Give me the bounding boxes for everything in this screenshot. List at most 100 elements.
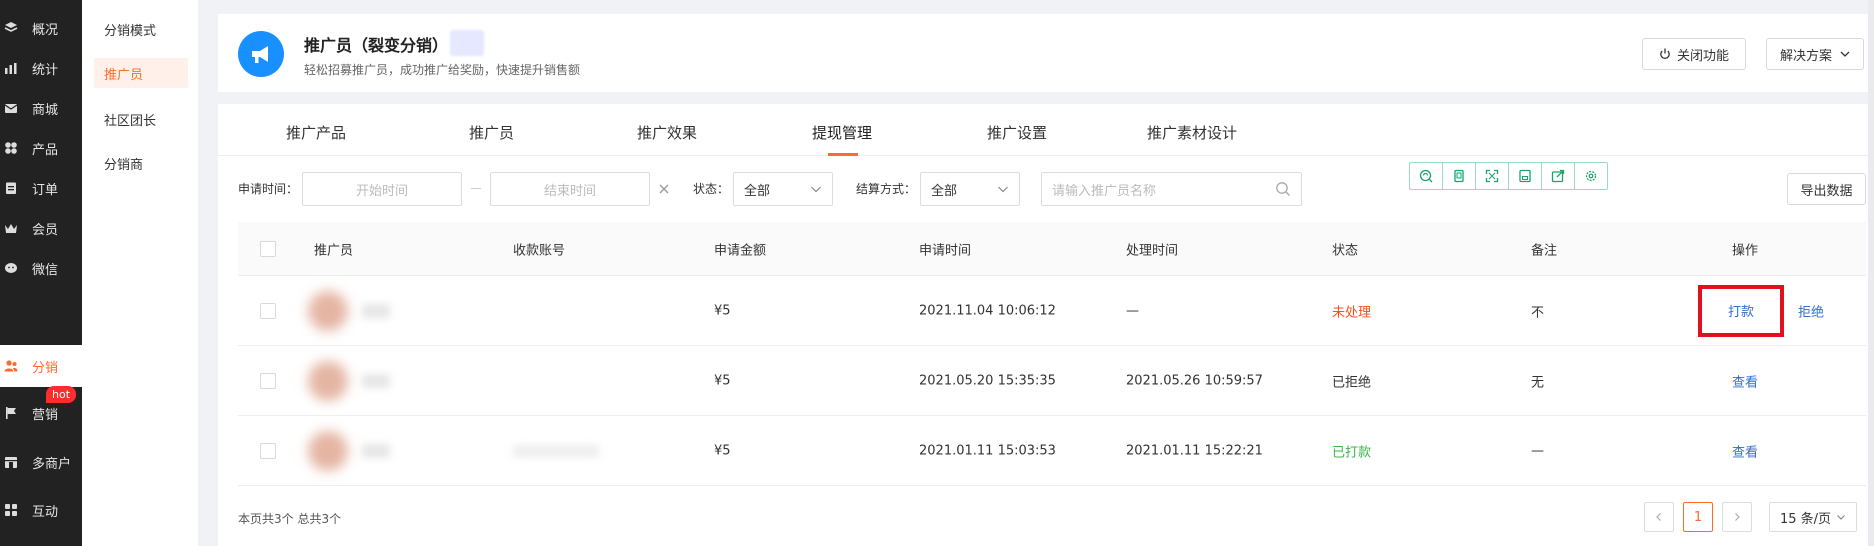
avatar <box>308 360 348 401</box>
power-icon <box>1659 48 1671 60</box>
view-button[interactable]: 查看 <box>1732 441 1758 460</box>
hot-badge: hot <box>46 386 77 403</box>
col-action: 操作 <box>1732 243 1759 258</box>
apply-time-label: 申请时间： <box>238 182 299 196</box>
status-select-value: 全部 <box>744 183 771 199</box>
subnav-item-distributor[interactable]: 分销商 <box>94 148 188 178</box>
chevron-down-icon <box>997 183 1009 195</box>
nav-item-wechat[interactable]: 微信 <box>0 248 82 288</box>
table-row: ¥5 2021.11.04 10:06:12 — 未处理 不 打款 拒绝 <box>238 276 1866 346</box>
nav-item-label: 产品 <box>32 142 59 158</box>
nav-item-member[interactable]: 会员 <box>0 208 82 248</box>
page-size-select[interactable]: 15 条/页 <box>1769 502 1857 532</box>
promoter-search-input[interactable]: 请输入推广员名称 <box>1041 172 1302 206</box>
nav-item-label: 分销 <box>32 360 59 376</box>
nav-item-distribution[interactable]: 分销 <box>0 345 82 387</box>
subnav-item-distribution-mode[interactable]: 分销模式 <box>94 14 188 44</box>
nav-item-overview[interactable]: 概况 <box>0 8 82 48</box>
nav-item-label: 会员 <box>32 222 59 238</box>
tab-promo-material-design[interactable]: 推广素材设计 <box>1147 122 1237 143</box>
solution-label: 解决方案 <box>1779 48 1832 64</box>
chevron-down-icon <box>810 183 822 195</box>
close-feature-label: 关闭功能 <box>1676 48 1729 64</box>
prev-page-button[interactable] <box>1644 502 1674 532</box>
pay-highlight-box: 打款 <box>1698 284 1784 337</box>
header-card: 推广员（裂变分销） 轻松招募推广员，成功推广给奖励，快速提升销售额 关闭功能 解… <box>218 14 1868 92</box>
mail-icon <box>4 101 18 115</box>
nav-item-order[interactable]: 订单 <box>0 168 82 208</box>
blurred-tag <box>450 30 484 56</box>
apply-time-cell: 2021.05.20 15:35:35 <box>919 373 1056 388</box>
nav-item-stats[interactable]: 统计 <box>0 48 82 88</box>
solution-dropdown[interactable]: 解决方案 <box>1766 38 1864 70</box>
table-toolbar <box>1409 162 1608 190</box>
save-tool-icon[interactable] <box>1509 163 1542 189</box>
tab-promo-products[interactable]: 推广产品 <box>286 122 346 143</box>
settings-tool-icon[interactable] <box>1575 163 1607 189</box>
store-icon <box>4 455 18 469</box>
search-tool-icon[interactable] <box>1410 163 1443 189</box>
chevron-down-icon <box>1836 512 1846 522</box>
page-summary: 本页共3个 总共3个 <box>238 512 342 526</box>
select-all-checkbox[interactable] <box>260 240 276 257</box>
tab-promo-effect[interactable]: 推广效果 <box>637 122 697 143</box>
fullscreen-tool-icon[interactable] <box>1476 163 1509 189</box>
nav-item-label: 微信 <box>32 262 59 278</box>
start-time-placeholder: 开始时间 <box>355 183 408 199</box>
apps-icon <box>4 503 18 517</box>
view-button[interactable]: 查看 <box>1732 371 1758 390</box>
process-time-cell: — <box>1126 303 1139 318</box>
reject-button[interactable]: 拒绝 <box>1798 301 1824 320</box>
col-promoter: 推广员 <box>314 243 354 258</box>
avatar <box>308 430 348 471</box>
status-badge: 已打款 <box>1332 445 1372 460</box>
nav-item-multi-merchant[interactable]: 多商户 <box>0 442 82 482</box>
tab-promoters[interactable]: 推广员 <box>469 122 514 143</box>
nav-item-label: 多商户 <box>32 456 72 472</box>
nav-item-mall[interactable]: 商城 <box>0 88 82 128</box>
clear-date-icon[interactable] <box>657 182 671 196</box>
close-feature-button[interactable]: 关闭功能 <box>1642 38 1746 70</box>
end-time-input[interactable]: 结束时间 <box>490 172 650 206</box>
export-data-button[interactable]: 导出数据 <box>1787 173 1866 205</box>
nav-item-label: 概况 <box>32 22 59 38</box>
pay-button[interactable]: 打款 <box>1728 301 1754 320</box>
range-separator <box>471 188 481 189</box>
chevron-left-icon <box>1654 512 1664 522</box>
active-tab-indicator <box>828 153 858 156</box>
subnav-item-community-leader[interactable]: 社区团长 <box>94 104 188 134</box>
col-account: 收款账号 <box>513 243 566 258</box>
next-page-button[interactable] <box>1722 502 1752 532</box>
megaphone-icon <box>238 31 284 77</box>
nav-item-interaction[interactable]: 互动 <box>0 490 82 530</box>
subnav-item-promoter[interactable]: 推广员 <box>94 58 188 88</box>
share-tool-icon[interactable] <box>1542 163 1575 189</box>
nav-item-label: 商城 <box>32 102 59 118</box>
note-cell: 无 <box>1531 375 1545 390</box>
col-status: 状态 <box>1332 243 1359 258</box>
process-time-cell: 2021.01.11 15:22:21 <box>1126 443 1263 458</box>
start-time-input[interactable]: 开始时间 <box>302 172 462 206</box>
tab-withdraw-management[interactable]: 提现管理 <box>812 122 872 143</box>
table-row: ¥5 2021.01.11 15:03:53 2021.01.11 15:22:… <box>238 416 1866 486</box>
scrollbar-track[interactable] <box>1868 0 1874 546</box>
row-checkbox[interactable] <box>260 442 276 459</box>
promoter-name-blurred <box>362 303 390 318</box>
chart-icon <box>4 61 18 75</box>
page-number-button[interactable]: 1 <box>1683 502 1713 532</box>
row-checkbox[interactable] <box>260 302 276 319</box>
promoter-name-blurred <box>362 443 390 458</box>
nav-item-label: 营销 <box>32 407 59 423</box>
col-amount: 申请金额 <box>714 243 767 258</box>
row-checkbox[interactable] <box>260 372 276 389</box>
main-nav: 概况 统计 商城 产品 订单 会员 微信 分销 营销 多商户 互动 <box>0 0 82 546</box>
tab-promo-settings[interactable]: 推广设置 <box>987 122 1047 143</box>
settle-select[interactable]: 全部 <box>920 172 1020 206</box>
chevron-down-icon <box>1840 49 1850 59</box>
wechat-icon <box>4 261 18 275</box>
col-note: 备注 <box>1531 243 1558 258</box>
copy-tool-icon[interactable] <box>1443 163 1476 189</box>
nav-item-product[interactable]: 产品 <box>0 128 82 168</box>
status-select[interactable]: 全部 <box>733 172 833 206</box>
account-blurred <box>513 444 599 457</box>
